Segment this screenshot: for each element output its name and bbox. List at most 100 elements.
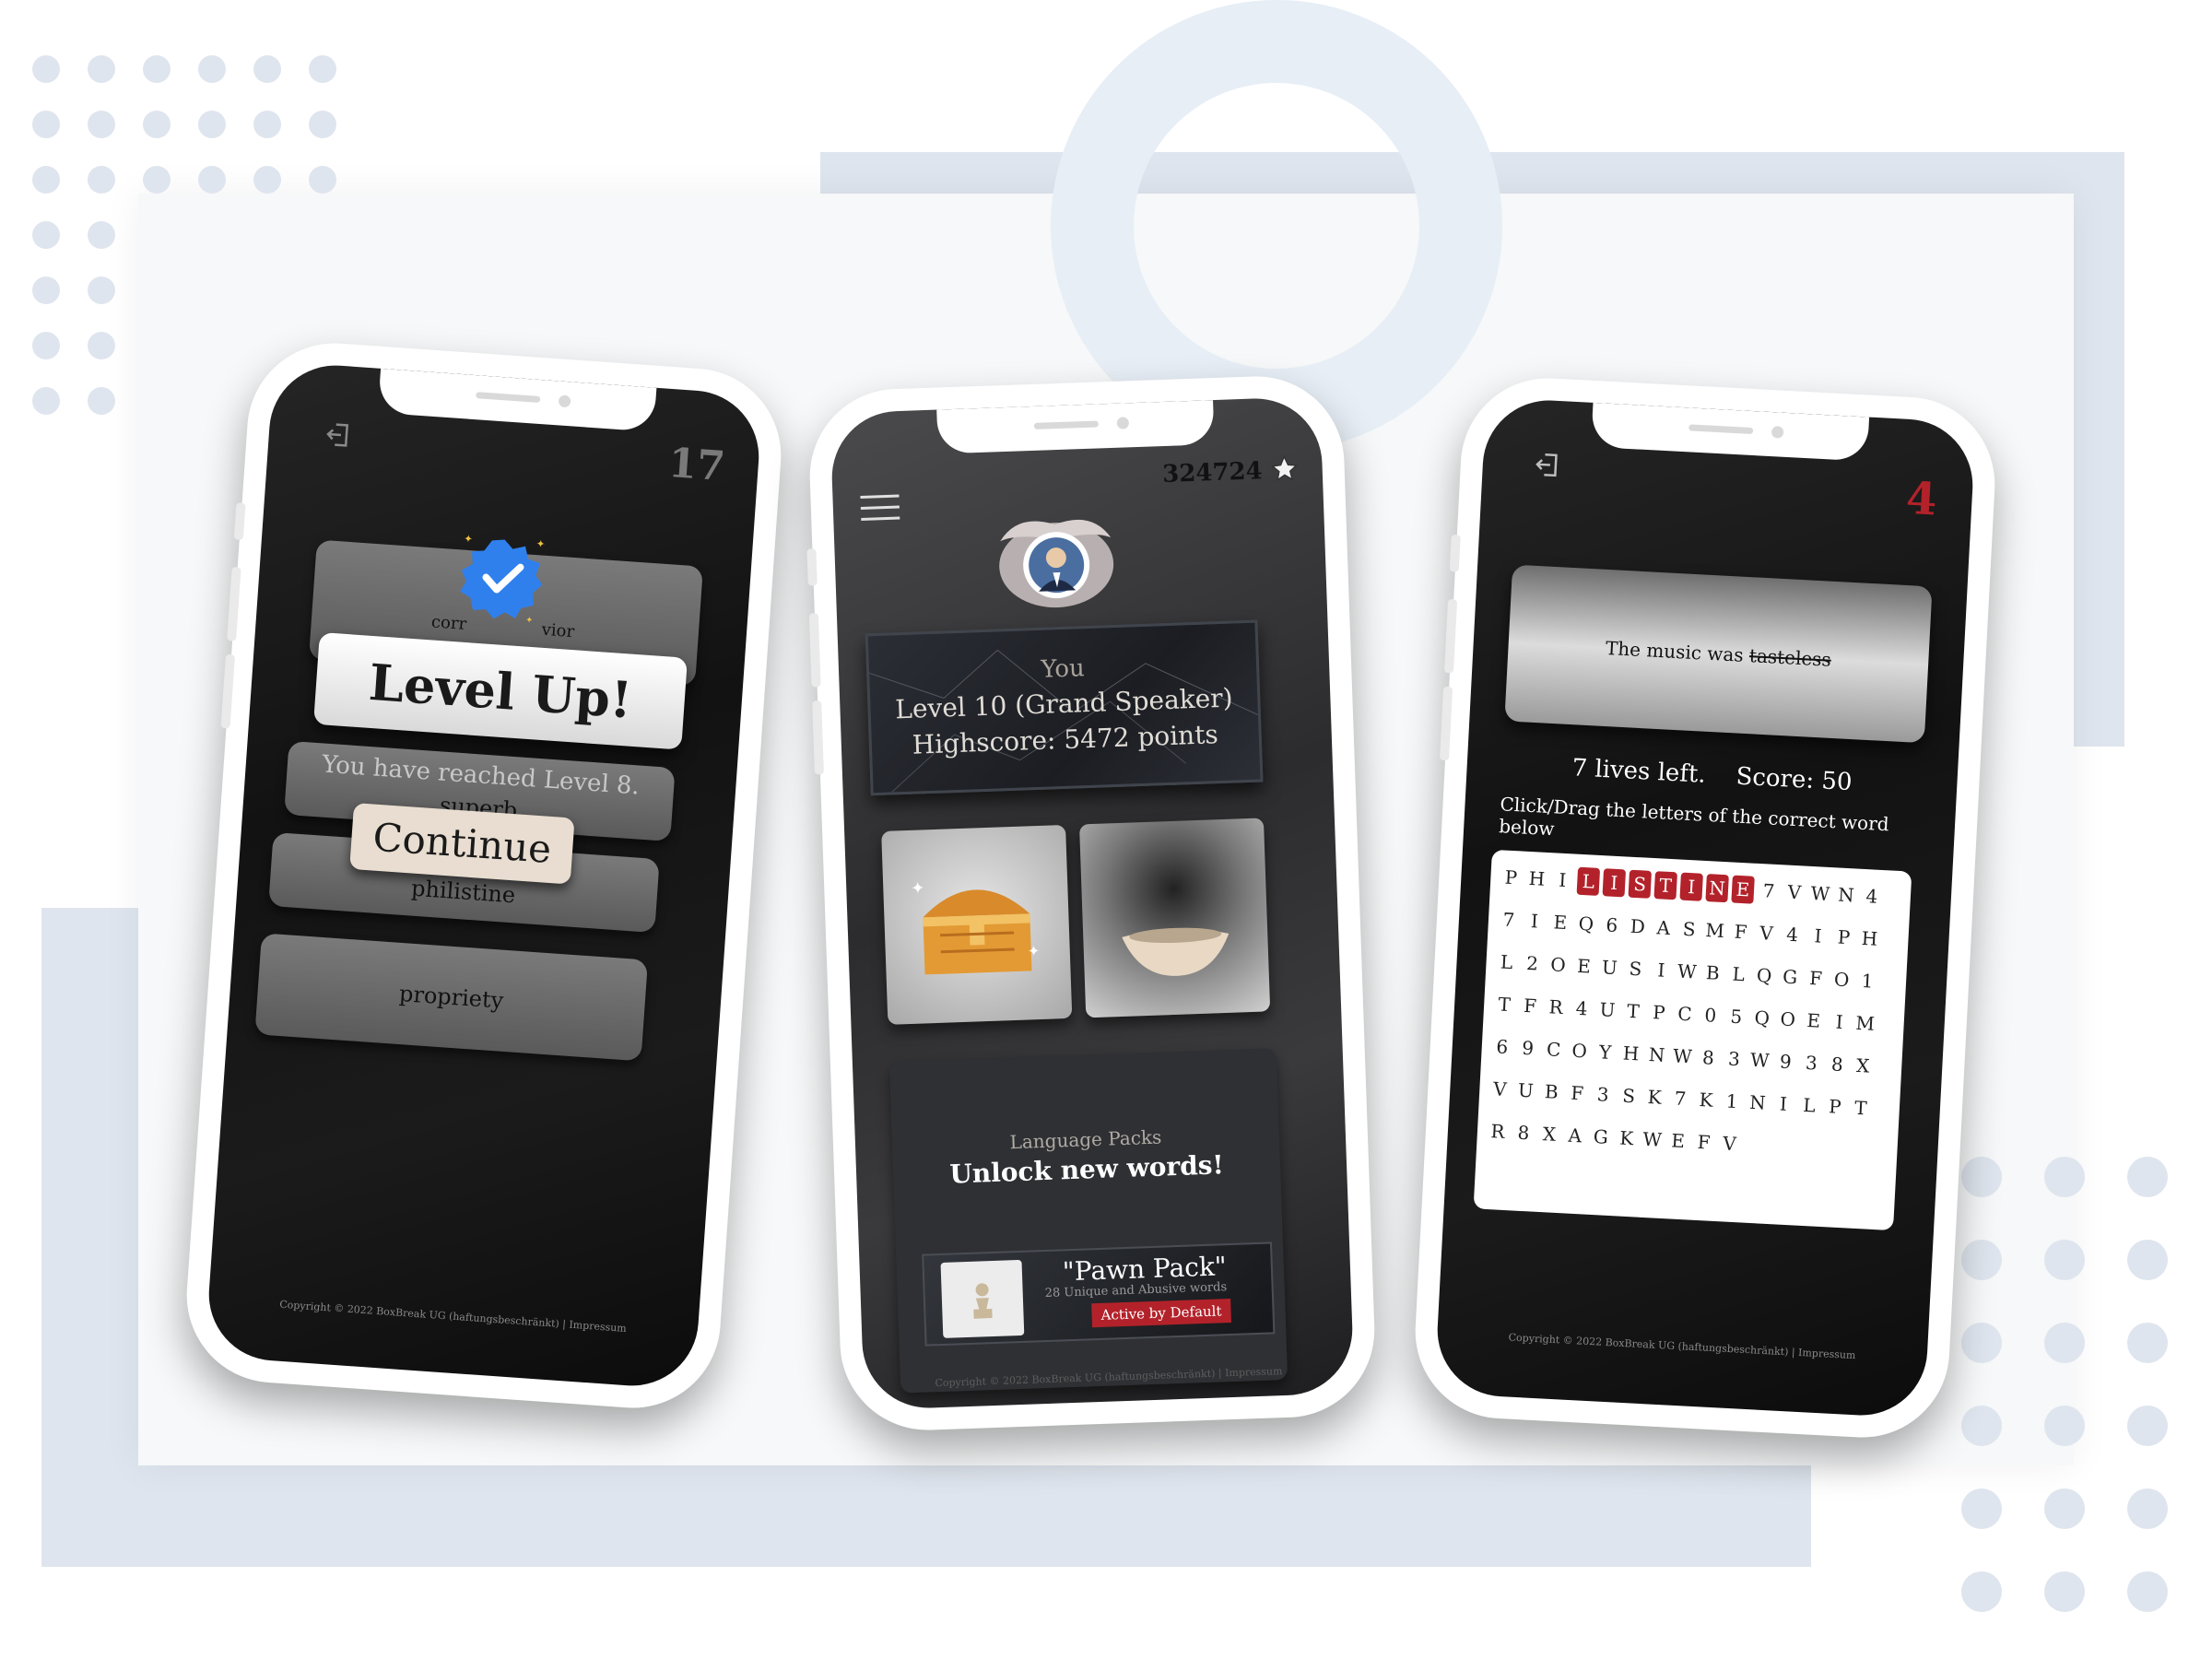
letter-tile[interactable]: 4 (1570, 994, 1594, 1023)
letter-tile[interactable]: 4 (1781, 920, 1805, 948)
bowl-tile[interactable] (1079, 818, 1271, 1018)
letter-tile[interactable]: V (1755, 919, 1779, 947)
letter-tile[interactable]: Q (1750, 1004, 1774, 1032)
letter-tile[interactable]: I (1551, 865, 1575, 894)
letter-tile[interactable]: S (1628, 869, 1653, 899)
letter-tile[interactable]: 6 (1490, 1032, 1514, 1061)
treasure-chest-tile[interactable]: ✦ ✦ (881, 824, 1073, 1025)
letter-tile[interactable]: S (1624, 955, 1648, 983)
letter-tile[interactable]: L (1797, 1091, 1821, 1120)
letter-tile[interactable]: I (1771, 1089, 1795, 1118)
pawn-pack-item[interactable]: "Pawn Pack" 28 Unique and Abusive words … (922, 1241, 1276, 1347)
letter-tile[interactable]: O (1830, 965, 1853, 994)
letter-tile[interactable]: W (1676, 957, 1700, 985)
avatar[interactable] (990, 510, 1123, 616)
letter-tile[interactable]: L (1576, 866, 1601, 896)
letter-tile[interactable]: K (1642, 1083, 1666, 1112)
letter-tile[interactable]: Y (1594, 1038, 1618, 1066)
letter-tile[interactable]: I (1828, 1007, 1852, 1036)
hamburger-menu-icon[interactable] (858, 492, 901, 524)
letter-tile[interactable]: M (1703, 916, 1727, 945)
letter-tile[interactable]: N (1645, 1041, 1669, 1069)
letter-tile[interactable]: S (1617, 1081, 1641, 1110)
letter-tile[interactable]: T (1653, 871, 1677, 900)
letter-tile[interactable]: V (1718, 1129, 1742, 1158)
letter-tile[interactable]: M (1853, 1009, 1877, 1038)
letter-tile[interactable]: Q (1752, 961, 1776, 990)
letter-tile[interactable]: E (1548, 908, 1572, 936)
letter-tile[interactable]: H (1858, 924, 1882, 953)
letter-tile[interactable]: 8 (1697, 1043, 1721, 1072)
letter-tile[interactable]: W (1671, 1041, 1695, 1070)
letter-tile[interactable]: T (1492, 990, 1516, 1018)
letter-tile[interactable]: O (1547, 950, 1571, 979)
letter-tile[interactable]: 3 (1800, 1049, 1824, 1077)
letter-tile[interactable]: U (1595, 995, 1619, 1024)
letter-tile[interactable]: V (1783, 877, 1806, 906)
letter-tile[interactable]: L (1495, 947, 1519, 976)
letter-tile[interactable]: 3 (1591, 1080, 1615, 1109)
letter-tile[interactable]: E (1572, 952, 1596, 981)
letter-tile[interactable]: S (1677, 915, 1701, 944)
letter-tile[interactable]: R (1544, 993, 1568, 1021)
letter-tile[interactable]: P (1500, 863, 1524, 891)
exit-icon[interactable] (324, 420, 353, 450)
letter-tile[interactable]: F (1566, 1078, 1590, 1107)
letter-tile[interactable]: 8 (1512, 1118, 1535, 1147)
answer-option-4[interactable]: propriety (254, 933, 649, 1062)
letter-tile[interactable]: X (1537, 1120, 1561, 1148)
letter-tile[interactable]: G (1589, 1123, 1613, 1151)
letter-tile[interactable]: N (1746, 1088, 1770, 1117)
letter-tile[interactable]: L (1727, 959, 1751, 988)
letter-tile[interactable]: E (1731, 875, 1755, 904)
letter-tile[interactable]: W (1641, 1125, 1665, 1154)
letter-tile[interactable]: H (1525, 865, 1549, 893)
letter-tile[interactable]: U (1598, 953, 1622, 982)
letter-tile[interactable]: G (1778, 962, 1802, 991)
letter-tile[interactable]: 6 (1600, 911, 1624, 939)
letter-tile[interactable]: O (1568, 1036, 1592, 1065)
letter-tile[interactable]: N (1705, 874, 1729, 903)
letter-tile[interactable]: P (1832, 923, 1856, 951)
letter-tile[interactable]: V (1488, 1075, 1512, 1103)
letter-tile[interactable]: P (1823, 1092, 1847, 1121)
letter-tile[interactable]: E (1802, 1006, 1826, 1035)
letter-tile[interactable]: 1 (1720, 1087, 1744, 1115)
letter-tile[interactable]: B (1701, 959, 1725, 987)
letter-tile[interactable]: 3 (1723, 1044, 1747, 1073)
letter-tile[interactable]: X (1852, 1052, 1876, 1080)
letter-tile[interactable]: W (1748, 1046, 1772, 1075)
letter-tile[interactable]: F (1729, 917, 1753, 946)
letter-tile[interactable]: F (1518, 992, 1542, 1020)
letter-tile[interactable]: 5 (1724, 1002, 1748, 1030)
letter-tile[interactable]: N (1834, 880, 1858, 909)
letter-tile[interactable]: O (1776, 1005, 1800, 1033)
letter-tile[interactable]: 2 (1521, 949, 1545, 978)
letter-tile[interactable]: I (1679, 872, 1703, 901)
exit-icon[interactable] (1533, 451, 1562, 480)
letter-tile[interactable]: C (1542, 1035, 1566, 1064)
letter-tile[interactable]: A (1652, 913, 1676, 942)
letter-tile[interactable]: W (1808, 879, 1832, 908)
letter-tile[interactable]: F (1692, 1128, 1716, 1157)
letter-tile[interactable]: 9 (1774, 1047, 1798, 1076)
letter-tile[interactable]: D (1626, 912, 1650, 941)
letter-tile[interactable]: 4 (1860, 882, 1884, 911)
letter-tile[interactable]: 7 (1757, 877, 1781, 905)
letter-tile[interactable]: A (1563, 1121, 1587, 1149)
letter-tile[interactable]: 9 (1516, 1034, 1540, 1063)
letter-tile[interactable]: 7 (1497, 905, 1521, 934)
letter-tile[interactable]: T (1849, 1094, 1873, 1123)
letter-tile[interactable]: R (1486, 1117, 1510, 1146)
letter-tile[interactable]: H (1619, 1039, 1643, 1067)
letter-tile[interactable]: K (1615, 1124, 1639, 1152)
letter-tile[interactable]: I (1650, 956, 1674, 984)
letter-tile[interactable]: E (1666, 1126, 1690, 1155)
letter-tile[interactable]: I (1602, 868, 1627, 898)
letter-tile[interactable]: P (1647, 998, 1671, 1027)
letter-tile[interactable]: I (1806, 922, 1830, 950)
letter-tile[interactable]: 8 (1826, 1050, 1850, 1078)
letter-tile[interactable]: 1 (1855, 967, 1879, 995)
letter-tile[interactable]: K (1694, 1086, 1718, 1114)
letter-tile[interactable]: F (1804, 964, 1828, 993)
